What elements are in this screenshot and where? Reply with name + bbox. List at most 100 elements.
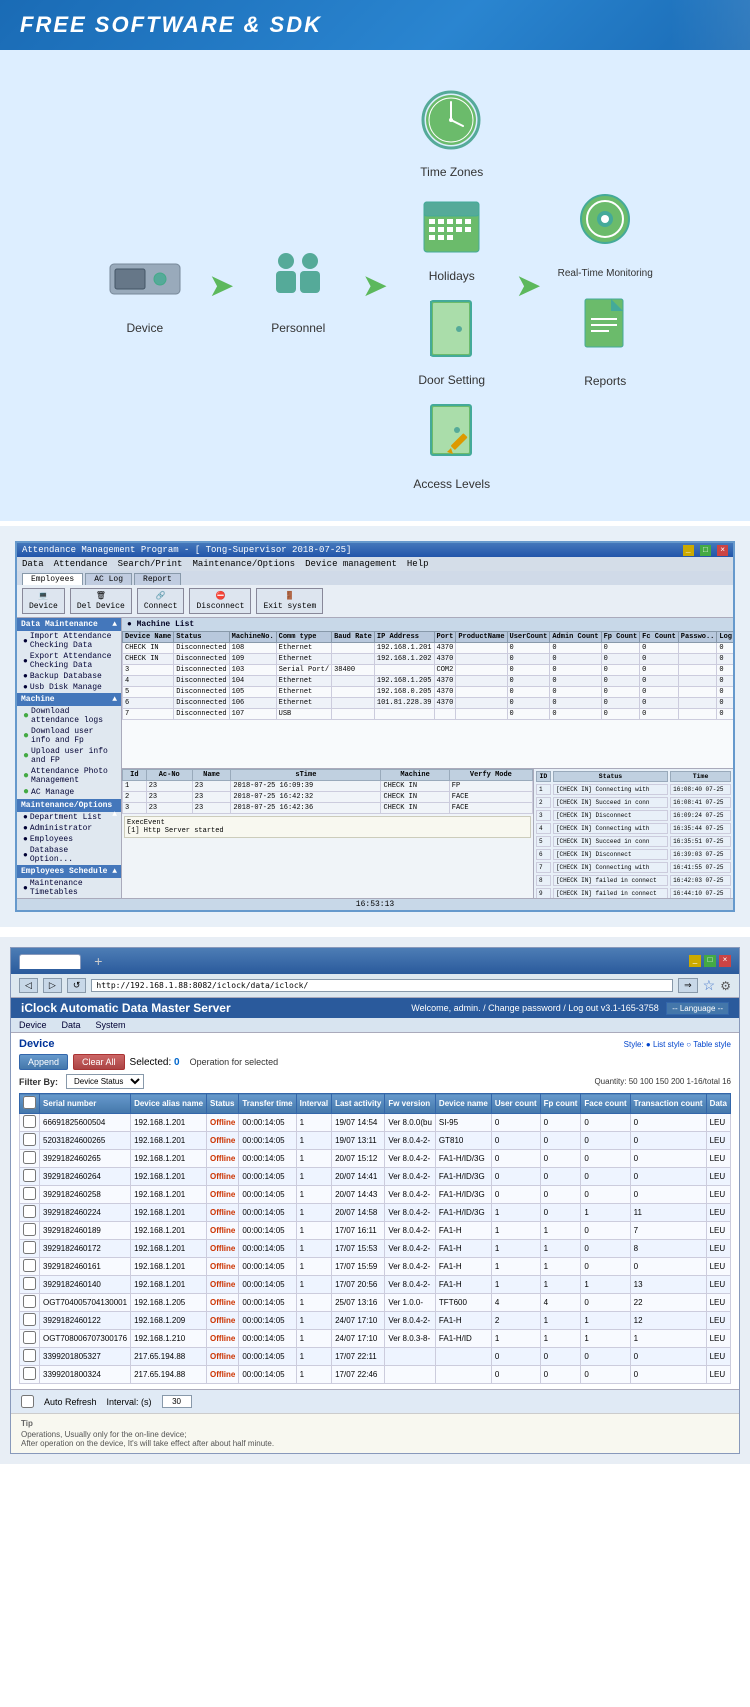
operation-label[interactable]: Operation for selected xyxy=(190,1057,279,1067)
row-checkbox[interactable] xyxy=(23,1241,36,1254)
row-checkbox[interactable] xyxy=(23,1367,36,1380)
device-content-section: Device Style: ● List style ○ Table style… xyxy=(11,1033,739,1389)
att-table-cell: 101.81.228.39 xyxy=(374,698,434,709)
tab-report[interactable]: Report xyxy=(134,573,181,585)
toolbar-deldevice-btn[interactable]: 🗑 Del Device xyxy=(70,588,132,614)
new-tab-btn[interactable]: + xyxy=(86,951,110,971)
att-table-cell: 0 xyxy=(601,654,640,665)
settings-icon[interactable]: ⚙ xyxy=(720,979,731,993)
row-checkbox[interactable] xyxy=(23,1295,36,1308)
sidebar-maint-tt[interactable]: ● Maintenance Timetables xyxy=(17,878,121,898)
sidebar-section-schedule[interactable]: Employees Schedule ▲ xyxy=(17,865,121,878)
auto-refresh-checkbox[interactable] xyxy=(21,1395,34,1408)
timezones-label: Time Zones xyxy=(420,165,483,179)
sidebar-import[interactable]: ● Import Attendance Checking Data xyxy=(17,631,121,651)
status-cell: 4 xyxy=(536,823,551,834)
att-table-cell: 0 xyxy=(507,687,550,698)
toolbar-exit-btn[interactable]: 🚪 Exit system xyxy=(256,588,323,614)
forward-btn[interactable]: ▷ xyxy=(43,978,62,993)
close-btn[interactable]: × xyxy=(717,545,728,556)
menu-search[interactable]: Search/Print xyxy=(118,559,183,569)
row-checkbox[interactable] xyxy=(23,1277,36,1290)
row-checkbox[interactable] xyxy=(23,1133,36,1146)
filter-select[interactable]: Device Status xyxy=(66,1074,144,1089)
browser-min-btn[interactable]: _ xyxy=(689,955,701,967)
att-table-cell xyxy=(332,676,375,687)
minimize-btn[interactable]: _ xyxy=(683,545,694,556)
status-offline-label: Offline xyxy=(210,1298,235,1307)
sidebar-export[interactable]: ● Export Attendance Checking Data xyxy=(17,651,121,671)
sidebar-admin[interactable]: ● Administrator xyxy=(17,823,121,834)
status-cell: 16:41:55 07-25 xyxy=(670,862,731,873)
device-cell: 1 xyxy=(540,1312,581,1330)
att-table-cell xyxy=(678,676,717,687)
address-input[interactable] xyxy=(91,979,673,992)
select-all-checkbox[interactable] xyxy=(23,1096,36,1109)
sidebar-dbopt[interactable]: ● Database Option... xyxy=(17,845,121,865)
row-checkbox[interactable] xyxy=(23,1313,36,1326)
tab-close-icon[interactable]: × xyxy=(65,957,70,967)
clear-all-btn[interactable]: Clear All xyxy=(73,1054,125,1070)
sidebar-employees[interactable]: ● Employees xyxy=(17,834,121,845)
nav-device[interactable]: Device xyxy=(19,1020,47,1030)
row-checkbox[interactable] xyxy=(23,1205,36,1218)
row-checkbox[interactable] xyxy=(23,1349,36,1362)
sidebar-section-machine[interactable]: Machine ▲ xyxy=(17,693,121,706)
quantity-info: Quantity: 50 100 150 200 1-16/total 16 xyxy=(594,1077,731,1086)
device-cell: 0 xyxy=(540,1168,581,1186)
interval-input[interactable] xyxy=(162,1395,192,1408)
timezones-icon xyxy=(419,88,484,153)
row-checkbox[interactable] xyxy=(23,1187,36,1200)
language-btn[interactable]: -- Language -- xyxy=(666,1002,729,1015)
menu-help[interactable]: Help xyxy=(407,559,429,569)
menu-maintenance[interactable]: Maintenance/Options xyxy=(192,559,295,569)
sidebar-download-user[interactable]: ● Download user info and Fp xyxy=(17,726,121,746)
device-cell: 00:00:14:05 xyxy=(239,1132,296,1150)
status-row: 1[CHECK IN] Connecting with16:08:40 07-2… xyxy=(536,784,731,795)
sidebar-usb[interactable]: ● Usb Disk Manage xyxy=(17,682,121,693)
green-dot3: ● xyxy=(23,751,29,762)
sidebar-section-datamaint[interactable]: Data Maintenance ▲ xyxy=(17,618,121,631)
att-table-cell xyxy=(456,676,507,687)
sidebar-dept[interactable]: ● Department List xyxy=(17,812,112,823)
sidebar-ac-manage[interactable]: ● AC Manage xyxy=(17,786,121,799)
device-cell: 0 xyxy=(630,1258,706,1276)
browser-tab-device[interactable]: Device × xyxy=(19,954,81,969)
sidebar-backup[interactable]: ● Backup Database xyxy=(17,671,121,682)
bookmark-icon[interactable]: ☆ xyxy=(703,977,716,994)
sidebar-download-att[interactable]: ● Download attendance logs xyxy=(17,706,121,726)
att-table-cell: 103 xyxy=(229,665,276,676)
menu-data[interactable]: Data xyxy=(22,559,44,569)
device-section-title: Device xyxy=(19,1038,54,1050)
toolbar-device-btn[interactable]: 💻 Device xyxy=(22,588,65,614)
sidebar-section-maint[interactable]: Maintenance/Options ▲ xyxy=(17,799,121,812)
menu-device[interactable]: Device management xyxy=(305,559,397,569)
maximize-btn[interactable]: □ xyxy=(700,545,711,556)
nav-system[interactable]: System xyxy=(96,1020,126,1030)
row-checkbox[interactable] xyxy=(23,1169,36,1182)
browser-close-btn[interactable]: × xyxy=(719,955,731,967)
att-table-cell: Ethernet xyxy=(276,698,331,709)
append-btn[interactable]: Append xyxy=(19,1054,68,1070)
browser-max-btn[interactable]: □ xyxy=(704,955,716,967)
tab-aclog[interactable]: AC Log xyxy=(85,573,132,585)
center-col: Time Zones xyxy=(402,80,502,491)
toolbar-connect-btn[interactable]: 🔗 Connect xyxy=(137,588,185,614)
row-checkbox[interactable] xyxy=(23,1259,36,1272)
menu-attendance[interactable]: Attendance xyxy=(54,559,108,569)
back-btn[interactable]: ◁ xyxy=(19,978,38,993)
tab-employees[interactable]: Employees xyxy=(22,573,83,585)
device-cell: 0 xyxy=(581,1186,630,1204)
go-btn[interactable]: ⇒ xyxy=(678,978,698,993)
row-checkbox[interactable] xyxy=(23,1151,36,1164)
toolbar-disconnect-btn[interactable]: ⛔ Disconnect xyxy=(189,588,251,614)
sidebar-att-photo[interactable]: ● Attendance Photo Management xyxy=(17,766,121,786)
sidebar-upload-user[interactable]: ● Upload user info and FP xyxy=(17,746,121,766)
nav-data[interactable]: Data xyxy=(62,1020,81,1030)
refresh-btn[interactable]: ↺ xyxy=(67,978,87,993)
row-checkbox[interactable] xyxy=(23,1223,36,1236)
style-toggle[interactable]: Style: ● List style ○ Table style xyxy=(624,1040,731,1049)
row-checkbox[interactable] xyxy=(23,1115,36,1128)
row-checkbox[interactable] xyxy=(23,1331,36,1344)
device-cell: 2 xyxy=(491,1312,540,1330)
